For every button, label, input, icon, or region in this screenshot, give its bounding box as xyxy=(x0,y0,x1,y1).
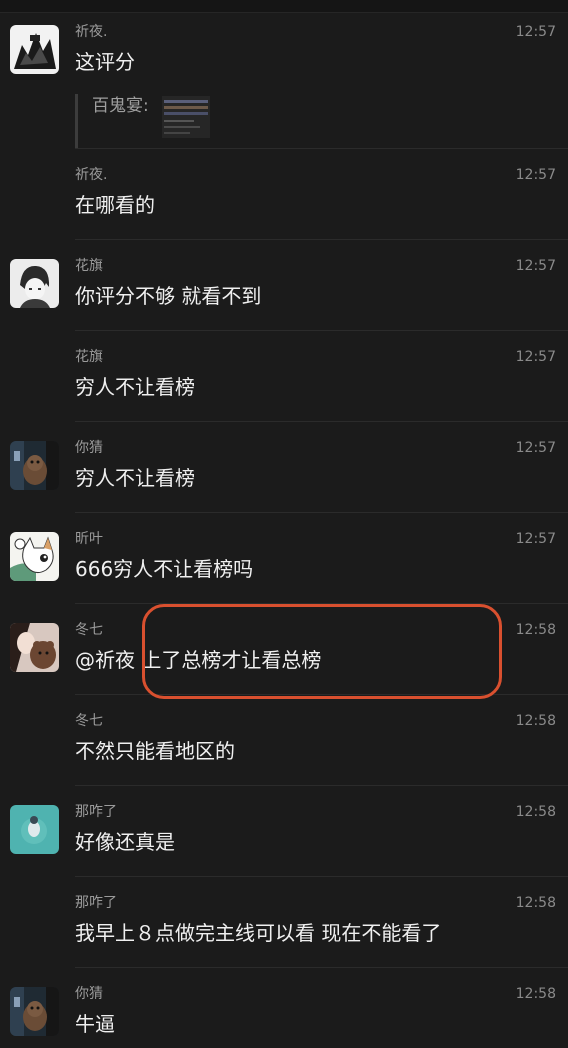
chat-message: 那咋了 12:58 好像还真是 xyxy=(0,802,568,877)
chat-message: 花旗 12:57 你评分不够 就看不到 xyxy=(0,256,568,331)
message-divider xyxy=(75,967,568,968)
message-divider xyxy=(75,239,568,240)
chat-message: 祈夜. 12:57 这评分 百鬼宴: xyxy=(0,22,568,149)
chat-message: 那咋了 12:58 我早上８点做完主线可以看 现在不能看了 xyxy=(0,893,568,968)
message-time: 12:57 xyxy=(515,24,556,40)
message-time: 12:57 xyxy=(515,167,556,183)
message-time: 12:57 xyxy=(515,440,556,456)
message-divider xyxy=(75,148,568,149)
message-divider xyxy=(75,876,568,877)
avatar[interactable] xyxy=(10,259,59,308)
message-divider xyxy=(75,512,568,513)
message-text[interactable]: 666穷人不让看榜吗 xyxy=(75,555,253,583)
sender-name: 昕叶 xyxy=(75,531,103,547)
message-time: 12:58 xyxy=(515,622,556,638)
message-text[interactable]: 穷人不让看榜 xyxy=(75,373,195,401)
sender-name: 你猜 xyxy=(75,986,103,1002)
sender-name: 那咋了 xyxy=(75,895,117,911)
avatar[interactable] xyxy=(10,25,59,74)
avatar[interactable] xyxy=(10,623,59,672)
highlight-annotation xyxy=(142,604,502,699)
avatar[interactable] xyxy=(10,805,59,854)
chat-message: 花旗 12:57 穷人不让看榜 xyxy=(0,347,568,422)
message-text[interactable]: 我早上８点做完主线可以看 现在不能看了 xyxy=(75,919,441,947)
avatar[interactable] xyxy=(10,441,59,490)
sender-name: 花旗 xyxy=(75,258,103,274)
message-time: 12:58 xyxy=(515,895,556,911)
message-text[interactable]: 这评分 xyxy=(75,48,135,76)
message-text[interactable]: 穷人不让看榜 xyxy=(75,464,195,492)
chat-message: 你猜 12:58 牛逼 xyxy=(0,984,568,1044)
message-time: 12:58 xyxy=(515,804,556,820)
message-text[interactable]: 你评分不够 就看不到 xyxy=(75,282,261,310)
message-time: 12:58 xyxy=(515,713,556,729)
message-time: 12:58 xyxy=(515,986,556,1002)
sender-name: 你猜 xyxy=(75,440,103,456)
message-divider xyxy=(75,330,568,331)
sender-name: 那咋了 xyxy=(75,804,117,820)
message-text[interactable]: 在哪看的 xyxy=(75,191,155,219)
message-divider xyxy=(75,785,568,786)
message-text[interactable]: 牛逼 xyxy=(75,1010,115,1038)
sender-name: 祈夜. xyxy=(75,24,108,40)
message-text[interactable]: 不然只能看地区的 xyxy=(75,737,235,765)
sender-name: 花旗 xyxy=(75,349,103,365)
message-time: 12:57 xyxy=(515,349,556,365)
message-time: 12:57 xyxy=(515,258,556,274)
avatar[interactable] xyxy=(10,987,59,1036)
sender-name: 祈夜. xyxy=(75,167,108,183)
chat-message: 冬七 12:58 不然只能看地区的 xyxy=(0,711,568,786)
chat-message: 祈夜. 12:57 在哪看的 xyxy=(0,165,568,240)
chat-message: 昕叶 12:57 666穷人不让看榜吗 xyxy=(0,529,568,604)
sender-name: 冬七 xyxy=(75,713,103,729)
message-divider xyxy=(75,421,568,422)
message-text[interactable]: 好像还真是 xyxy=(75,828,175,856)
quoted-sender: 百鬼宴: xyxy=(92,96,149,116)
avatar[interactable] xyxy=(10,532,59,581)
quoted-reply[interactable]: 百鬼宴: xyxy=(75,94,210,148)
message-time: 12:57 xyxy=(515,531,556,547)
top-bar xyxy=(0,0,568,13)
quoted-image[interactable] xyxy=(162,96,210,138)
sender-name: 冬七 xyxy=(75,622,103,638)
chat-message: 你猜 12:57 穷人不让看榜 xyxy=(0,438,568,513)
